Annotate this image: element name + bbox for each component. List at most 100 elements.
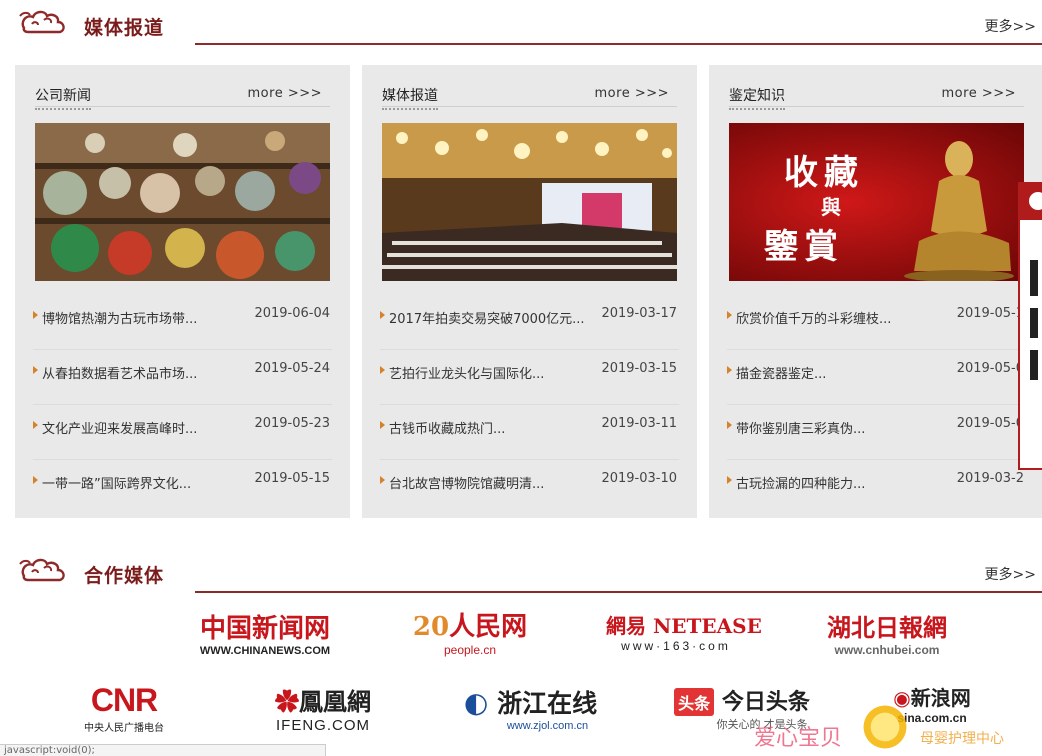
news-title[interactable]: 博物馆热潮为古玩市场带... (42, 308, 197, 327)
news-item[interactable]: 2017年拍卖交易突破7000亿元... 2019-03-17 (380, 295, 679, 350)
arrow-bullet-icon (33, 476, 38, 484)
news-date: 2019-05-1 (956, 306, 1024, 321)
arrow-bullet-icon (380, 366, 385, 374)
watermark-text: 爱心宝贝 (754, 726, 843, 751)
logo-name: CNR (90, 682, 158, 718)
news-item[interactable]: 博物馆热潮为古玩市场带... 2019-06-04 (33, 295, 332, 350)
popup-logo-icon (1029, 192, 1042, 210)
cloud-swirl-icon (19, 558, 65, 582)
news-panel-company: 公司新闻 more >>> 博物馆热潮为古玩市场带... 2019-06-04 从 (15, 65, 350, 518)
guanyin-statue-icon (904, 141, 1014, 281)
news-title[interactable]: 带你鉴别唐三彩真伪... (736, 418, 865, 437)
news-list: 博物馆热潮为古玩市场带... 2019-06-04 从春拍数据看艺术品市场... 2… (33, 295, 332, 515)
zjol-swirl-icon: ◐ (463, 686, 489, 719)
more-link[interactable]: 更多>> (985, 564, 1036, 584)
logo-cnhubei[interactable]: 湖北日報網 www.cnhubei.com (812, 608, 962, 657)
logo-chinanews[interactable]: 中国新闻网 WWW.CHINANEWS.COM (190, 608, 340, 657)
logo-url: www.zjol.com.cn (506, 720, 589, 732)
section-title: 媒体报道 (84, 17, 165, 39)
news-panel-appraisal: 鉴定知识 more >>> 收藏 與 鑒賞 欣赏价值千万的斗彩缠枝... 2019… (709, 65, 1042, 518)
news-date: 2019-05-15 (254, 471, 330, 486)
logo-163[interactable]: 網易 NETEASE www·163·com (606, 610, 762, 653)
image-caption: 鑒賞 (764, 227, 844, 267)
news-date: 2019-03-15 (601, 361, 677, 376)
news-item[interactable]: 描金瓷器鉴定... 2019-05-0 (727, 350, 1026, 405)
panel-title[interactable]: 媒体报道 (382, 85, 438, 110)
news-item[interactable]: 古钱币收藏成热门... 2019-03-11 (380, 405, 679, 460)
news-title[interactable]: 2017年拍卖交易突破7000亿元... (389, 308, 585, 327)
logo-cnr[interactable]: CNR 中央人民广播电台 (74, 682, 174, 734)
news-item[interactable]: 艺拍行业龙头化与国际化... 2019-03-15 (380, 350, 679, 405)
arrow-bullet-icon (727, 421, 732, 429)
panel-title[interactable]: 公司新闻 (35, 85, 91, 110)
arrow-bullet-icon (33, 311, 38, 319)
news-item[interactable]: 从春拍数据看艺术品市场... 2019-05-24 (33, 350, 332, 405)
logo-url: www·163·com (621, 639, 731, 653)
section-header-partner-media: 合作媒体 更多>> (0, 548, 1042, 594)
news-list: 2017年拍卖交易突破7000亿元... 2019-03-17 艺拍行业龙头化与国… (380, 295, 679, 515)
logo-url: people.cn (443, 643, 497, 657)
news-item[interactable]: 古玩捡漏的四种能力... 2019-03-2 (727, 460, 1026, 515)
news-item[interactable]: 带你鉴别唐三彩真伪... 2019-05-0 (727, 405, 1026, 460)
news-title[interactable]: 古钱币收藏成热门... (389, 418, 505, 437)
panel-header: 公司新闻 more >>> (35, 85, 330, 110)
floating-side-popup[interactable] (1018, 182, 1042, 470)
news-item[interactable]: 文化产业迎来发展高峰时... 2019-05-23 (33, 405, 332, 460)
panel-more-link[interactable]: more >>> (248, 86, 322, 101)
news-title[interactable]: 文化产业迎来发展高峰时... (42, 418, 197, 437)
antiques-shop-image[interactable] (35, 123, 330, 281)
panel-more-link[interactable]: more >>> (595, 86, 669, 101)
logo-name: 湖北日報網 (827, 613, 947, 642)
logo-name: 中国新闻网 (199, 614, 330, 644)
arrow-bullet-icon (380, 311, 385, 319)
collection-appreciation-image[interactable]: 收藏 與 鑒賞 (729, 123, 1024, 281)
status-bar-url: javascript:void(0); (0, 744, 326, 756)
logo-name: 今日头条 (721, 689, 810, 715)
news-title[interactable]: 一带一路”国际跨界文化... (42, 473, 191, 492)
section-divider (195, 591, 1042, 593)
logo-people[interactable]: 20人民网 people.cn (400, 606, 540, 657)
news-title[interactable]: 描金瓷器鉴定... (736, 363, 826, 382)
news-date: 2019-03-17 (601, 306, 677, 321)
news-item[interactable]: 台北故宫博物院馆藏明清... 2019-03-10 (380, 460, 679, 515)
watermark-logo-icon (860, 702, 910, 752)
news-title[interactable]: 从春拍数据看艺术品市场... (42, 363, 197, 382)
more-link[interactable]: 更多>> (985, 16, 1036, 36)
arrow-bullet-icon (380, 421, 385, 429)
logo-tagline: 中央人民广播电台 (84, 723, 164, 734)
news-list: 欣赏价值千万的斗彩缠枝... 2019-05-1 描金瓷器鉴定... 2019-05… (727, 295, 1026, 515)
news-title[interactable]: 台北故宫博物院馆藏明清... (389, 473, 544, 492)
logo-prefix: 20 (412, 612, 450, 642)
panel-header: 鉴定知识 more >>> (729, 85, 1024, 110)
logo-url: IFENG.COM (276, 717, 370, 734)
logo-zjol[interactable]: ◐ 浙江在线 www.zjol.com.cn (448, 684, 613, 732)
arrow-bullet-icon (727, 366, 732, 374)
image-caption: 與 (821, 195, 841, 219)
ifeng-phoenix-icon: ✿ (275, 687, 299, 716)
panel-more-link[interactable]: more >>> (942, 86, 1016, 101)
logo-ifeng[interactable]: ✿鳳凰網 IFENG.COM (258, 682, 388, 734)
logo-name: 人民网 (449, 612, 528, 642)
news-title[interactable]: 艺拍行业龙头化与国际化... (389, 363, 544, 382)
logo-name: 網易 NETEASE (606, 614, 762, 638)
arrow-bullet-icon (380, 476, 385, 484)
logo-name: 浙江在线 (497, 689, 598, 718)
conference-hall-image[interactable] (382, 123, 677, 281)
arrow-bullet-icon (33, 421, 38, 429)
logo-url: www.cnhubei.com (834, 643, 940, 657)
news-title[interactable]: 欣赏价值千万的斗彩缠枝... (736, 308, 891, 327)
news-item[interactable]: 欣赏价值千万的斗彩缠枝... 2019-05-1 (727, 295, 1026, 350)
news-item[interactable]: 一带一路”国际跨界文化... 2019-05-15 (33, 460, 332, 515)
toutiao-badge-icon: 头条 (674, 688, 715, 716)
news-title[interactable]: 古玩捡漏的四种能力... (736, 473, 865, 492)
news-date: 2019-03-2 (956, 471, 1024, 486)
arrow-bullet-icon (727, 311, 732, 319)
panel-title[interactable]: 鉴定知识 (729, 85, 785, 110)
popup-content-glyph (1030, 260, 1038, 380)
logo-name: 新浪网 (910, 686, 971, 710)
popup-header-bar (1020, 184, 1042, 220)
arrow-bullet-icon (33, 366, 38, 374)
logo-name: 鳳凰網 (299, 687, 371, 716)
section-title: 合作媒体 (84, 565, 165, 587)
section-divider (195, 43, 1042, 45)
